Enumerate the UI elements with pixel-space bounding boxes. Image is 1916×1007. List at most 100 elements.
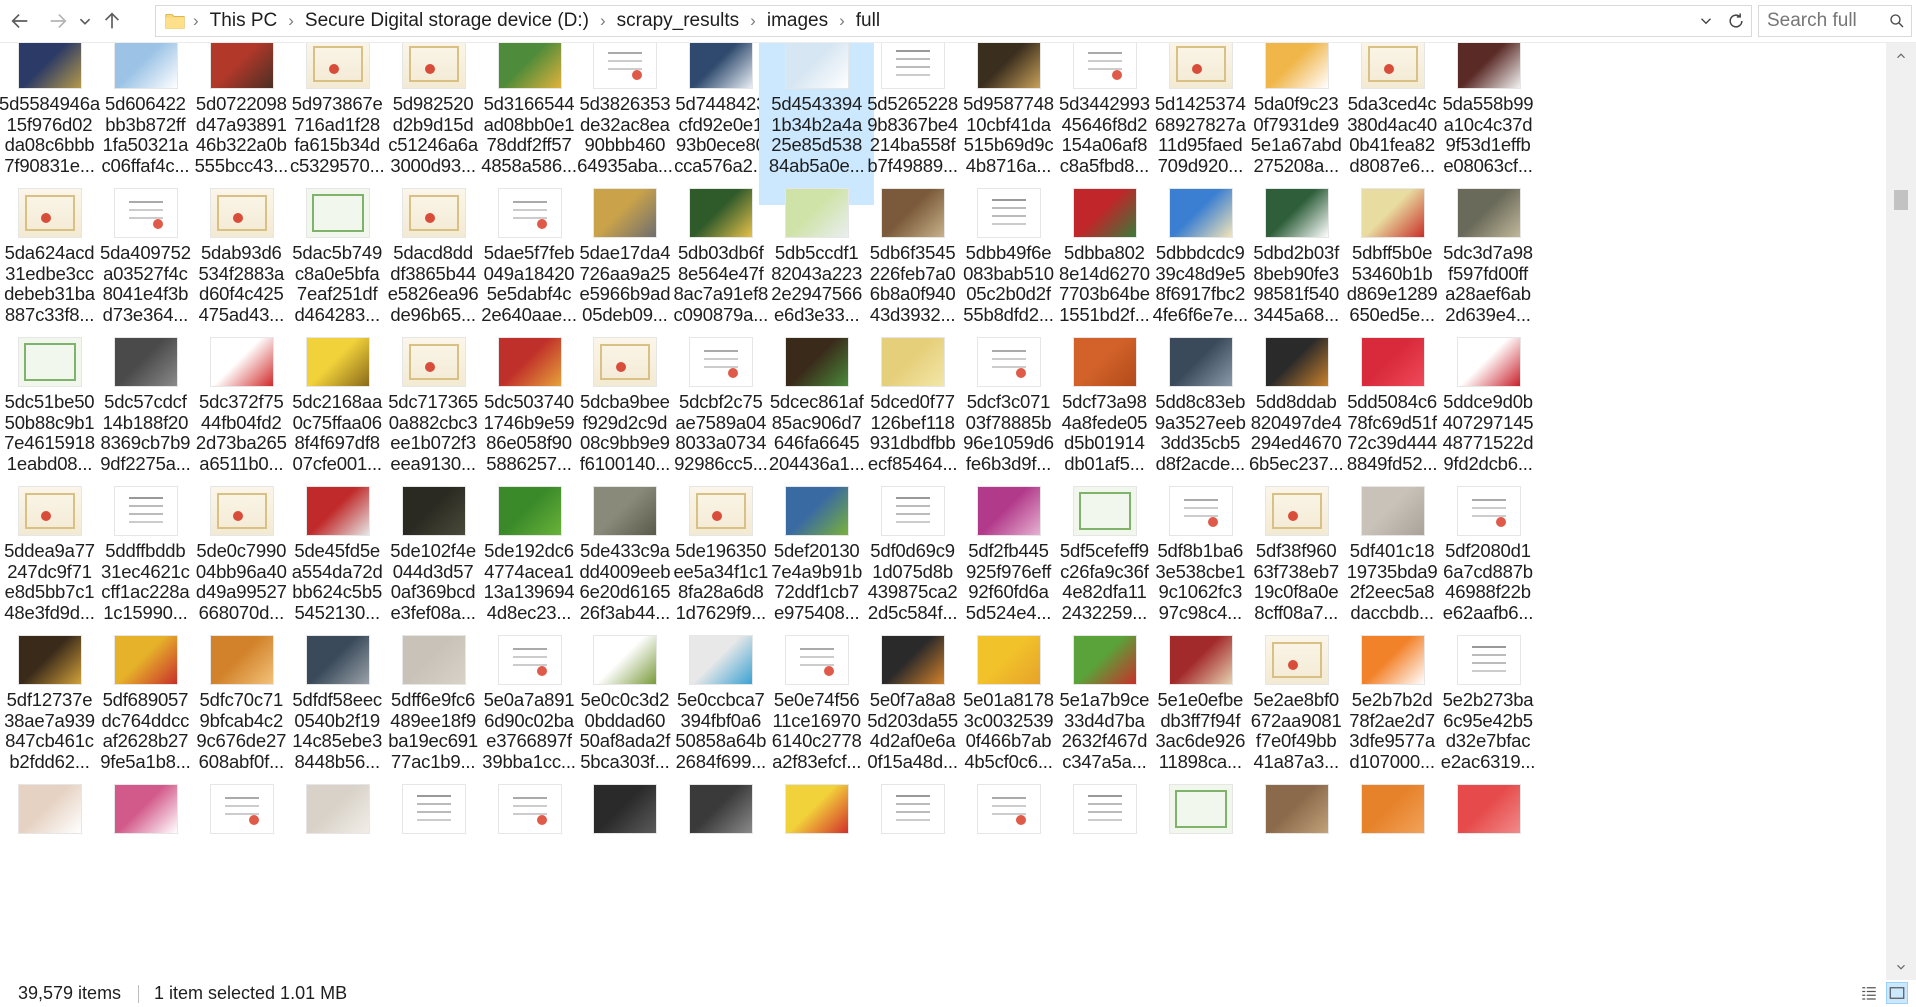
refresh-icon	[1729, 13, 1743, 28]
breadcrumb-separator-icon[interactable]: ›	[836, 11, 848, 31]
forward-button[interactable]	[42, 5, 74, 37]
file-thumbnail	[1264, 635, 1329, 685]
search-input[interactable]: Search full	[1759, 10, 1883, 32]
file-thumbnail	[1072, 635, 1137, 685]
breadcrumb-separator-icon[interactable]: ›	[285, 11, 297, 31]
file-thumbnail	[881, 188, 946, 238]
file-thumbnail	[785, 337, 850, 387]
status-divider	[138, 985, 139, 1003]
file-thumbnail	[593, 486, 658, 536]
file-thumbnail	[1168, 337, 1233, 387]
vertical-scrollbar[interactable]	[1886, 43, 1916, 980]
status-bar: 39,579 items 1 item selected 1.01 MB	[0, 980, 1916, 1007]
file-item[interactable]: 5e2b273ba 6c95e42b5 d32e7bfac e2ac6319..…	[1431, 633, 1546, 801]
file-thumbnail	[497, 188, 562, 238]
file-thumbnail	[977, 337, 1041, 387]
file-item[interactable]: 5ddce9d0b 407297145 48771522d 9fd2dcb6..…	[1431, 335, 1546, 503]
file-thumbnail	[1456, 784, 1521, 834]
large-icons-view-button[interactable]	[1886, 982, 1908, 1004]
file-thumbnail	[881, 43, 946, 89]
file-thumbnail	[113, 43, 178, 89]
file-thumbnail	[785, 784, 850, 834]
file-thumbnail	[1072, 337, 1137, 387]
file-thumbnail	[1456, 188, 1521, 238]
file-thumbnail	[1168, 635, 1233, 685]
file-thumbnail	[113, 188, 178, 238]
file-thumbnail	[497, 784, 562, 834]
breadcrumb-full[interactable]: full	[848, 10, 888, 32]
file-thumbnail	[18, 486, 82, 536]
details-view-icon	[1862, 987, 1876, 1000]
breadcrumb-scrapy-results[interactable]: scrapy_results	[609, 10, 748, 32]
file-thumbnail	[1360, 635, 1425, 685]
file-thumbnail	[1456, 486, 1521, 536]
scroll-thumb[interactable]	[1894, 190, 1908, 210]
file-thumbnail	[1456, 337, 1521, 387]
breadcrumb-images[interactable]: images	[759, 10, 836, 32]
file-name: 5df2080d1 6a7cd887b 46988f22b e62aafb6..…	[1442, 540, 1534, 623]
search-icon[interactable]	[1883, 7, 1911, 35]
file-thumbnail	[689, 635, 754, 685]
file-thumbnail	[401, 188, 466, 238]
file-thumbnail	[209, 486, 274, 536]
file-thumbnail	[785, 486, 850, 536]
file-name: 5e2b273ba 6c95e42b5 d32e7bfac e2ac6319..…	[1440, 689, 1536, 772]
address-bar[interactable]: › This PC › Secure Digital storage devic…	[155, 5, 1752, 37]
refresh-button[interactable]	[1721, 6, 1751, 36]
breadcrumb-this-pc[interactable]: This PC	[202, 10, 286, 32]
scroll-down-button[interactable]	[1886, 954, 1916, 980]
file-thumbnail	[977, 784, 1041, 834]
file-thumbnail	[1456, 43, 1521, 89]
file-thumbnail	[977, 188, 1041, 238]
file-name: 5da558b99 a10c4c37d 9f53d1effb e08063cf.…	[1442, 93, 1534, 176]
file-thumbnail	[209, 43, 274, 89]
file-thumbnail	[1264, 486, 1329, 536]
file-thumbnail	[18, 784, 82, 834]
file-thumbnail	[113, 486, 178, 536]
file-thumbnail	[1264, 337, 1329, 387]
file-thumbnail	[401, 337, 466, 387]
file-thumbnail	[881, 486, 946, 536]
file-thumbnail	[1360, 337, 1425, 387]
file-item[interactable]: 5da558b99 a10c4c37d 9f53d1effb e08063cf.…	[1431, 43, 1546, 205]
up-button[interactable]	[96, 5, 128, 37]
file-thumbnail	[881, 337, 946, 387]
file-item[interactable]	[1431, 782, 1546, 950]
chevron-down-icon	[1897, 964, 1905, 970]
scroll-up-button[interactable]	[1886, 43, 1916, 69]
file-thumbnail	[209, 337, 274, 387]
address-history-button[interactable]	[1691, 6, 1721, 36]
file-thumbnail	[401, 784, 466, 834]
file-thumbnail	[497, 635, 562, 685]
file-thumbnail	[593, 337, 658, 387]
back-button[interactable]	[4, 5, 36, 37]
breadcrumb-drive[interactable]: Secure Digital storage device (D:)	[297, 10, 597, 32]
breadcrumb-separator-icon: ›	[193, 11, 199, 30]
file-thumbnail	[785, 43, 850, 89]
file-thumbnail	[209, 635, 274, 685]
file-thumbnail	[785, 188, 850, 238]
file-item[interactable]: 5dc3d7a98 f597fd00ff a28aef6ab 2d639e4..…	[1431, 186, 1546, 354]
search-box[interactable]: Search full	[1758, 5, 1912, 37]
arrow-left-icon	[11, 13, 28, 29]
breadcrumb-separator-icon[interactable]: ›	[747, 11, 759, 31]
file-thumbnail	[1360, 188, 1425, 238]
file-thumbnail	[593, 188, 658, 238]
chevron-down-icon	[79, 18, 91, 25]
file-thumbnail	[497, 43, 562, 89]
file-thumbnail	[1072, 43, 1137, 89]
selection-info: 1 item selected 1.01 MB	[154, 983, 348, 1003]
arrow-up-icon	[104, 12, 120, 29]
file-thumbnail	[305, 188, 370, 238]
details-view-button[interactable]	[1858, 982, 1880, 1004]
recent-locations-button[interactable]	[72, 5, 98, 37]
breadcrumb-separator-icon[interactable]: ›	[597, 11, 609, 31]
file-thumbnail	[113, 337, 178, 387]
file-item[interactable]: 5df2080d1 6a7cd887b 46988f22b e62aafb6..…	[1431, 484, 1546, 652]
file-thumbnail	[689, 784, 754, 834]
file-thumbnail	[113, 784, 178, 834]
file-thumbnail	[497, 337, 562, 387]
file-thumbnail	[1360, 784, 1425, 834]
file-thumbnail	[977, 486, 1041, 536]
file-thumbnail	[401, 486, 466, 536]
